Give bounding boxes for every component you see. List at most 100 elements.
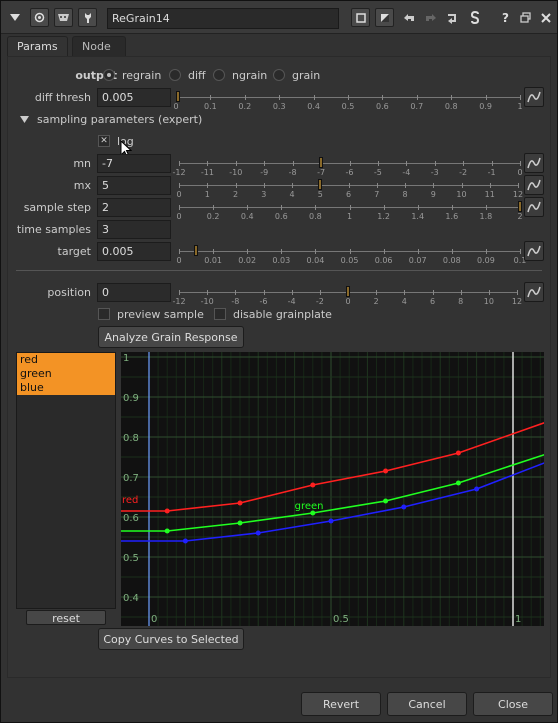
mn-slider[interactable]: -12 -11 -10 -9 -8 -7 -6 -5 -4 -3 -2 -1 0 <box>172 157 523 184</box>
tab-params[interactable]: Params <box>7 36 68 56</box>
output-regrain-radio[interactable] <box>103 69 115 81</box>
green-curve-point <box>383 498 389 504</box>
close-button[interactable]: Close <box>473 692 553 716</box>
grain-icon[interactable] <box>54 8 73 27</box>
slider-tick <box>207 161 209 166</box>
mn-input[interactable]: -7 <box>97 154 171 173</box>
slider-thumb[interactable] <box>194 245 199 256</box>
slider-tick <box>376 290 378 295</box>
y-axis-tick-label: 0.8 <box>123 433 139 444</box>
diff-thresh-input[interactable]: 0.005 <box>97 88 171 107</box>
wrench-icon[interactable] <box>78 8 97 27</box>
position-slider[interactable]: -12 -10 -8 -6 -4 -2 0 2 4 6 8 10 12 <box>172 286 522 313</box>
slider-thumb[interactable] <box>319 157 324 168</box>
slider-tick-label: 1.8 <box>479 212 493 221</box>
revert-icon[interactable] <box>443 8 462 27</box>
target-curve-icon[interactable] <box>524 241 544 261</box>
curve-editor[interactable]: 1 0.9 0.8 0.7 0.6 0.5 0.4 0 0.5 1 red green <box>112 336 558 638</box>
slider-tick <box>264 161 266 166</box>
channel-item-red[interactable]: red <box>17 353 115 367</box>
x-axis-tick-label: 1 <box>515 614 521 625</box>
copy-curves-to-selected-button[interactable]: Copy Curves to Selected <box>98 628 244 650</box>
output-diff-label: diff <box>188 69 206 82</box>
cancel-button[interactable]: Cancel <box>387 692 467 716</box>
target-slider[interactable]: 0 0.01 0.02 0.03 0.04 0.05 0.06 0.07 0.08 0.09 0.1 <box>176 245 526 272</box>
collapse-triangle-icon[interactable] <box>5 8 24 27</box>
channel-item-blue[interactable]: blue <box>17 381 115 395</box>
sample-step-input[interactable]: 2 <box>97 198 171 217</box>
sampling-section-title[interactable]: sampling parameters (expert) <box>37 113 202 126</box>
slider-tick-label: 0 <box>173 102 179 111</box>
slider-tick-label: 0.01 <box>204 256 222 265</box>
slider-tick <box>451 249 453 254</box>
green-curve-point <box>455 480 461 486</box>
output-diff-radio[interactable] <box>169 69 181 81</box>
red-curve <box>112 418 558 512</box>
sample-step-slider[interactable]: 0 0.2 0.4 0.6 0.8 1 1.2 1.4 1.6 1.8 2 <box>176 201 523 228</box>
preview-sample-checkbox[interactable] <box>98 308 110 320</box>
disable-grainplate-checkbox[interactable] <box>214 308 226 320</box>
slider-tick-label: -6 <box>259 297 268 306</box>
x-axis-tick-label: 0 <box>151 614 157 625</box>
output-ngrain-radio[interactable] <box>213 69 225 81</box>
slider-tick-label: 11 <box>484 190 495 199</box>
float-icon[interactable] <box>516 8 535 27</box>
slider-tick-label: -12 <box>172 297 186 306</box>
curve-editor-canvas[interactable]: 1 0.9 0.8 0.7 0.6 0.5 0.4 0 0.5 1 red green <box>112 336 558 638</box>
help-icon[interactable]: ? <box>496 8 515 27</box>
mx-slider[interactable]: 0 1 2 3 4 5 6 7 8 9 10 11 12 <box>176 179 523 206</box>
undo-icon[interactable] <box>399 8 418 27</box>
mx-input[interactable]: 5 <box>97 176 171 195</box>
slider-tick <box>451 205 453 210</box>
slider-tick-label: 0.07 <box>408 256 427 265</box>
close-icon[interactable] <box>536 8 555 27</box>
square-icon[interactable] <box>351 8 370 27</box>
script-icon[interactable] <box>465 8 484 27</box>
slider-tick-label: 0.1 <box>204 102 217 111</box>
time-samples-input[interactable]: 3 <box>97 220 171 239</box>
target-input[interactable]: 0.005 <box>97 242 171 261</box>
slider-tick-label: 10 <box>456 190 467 199</box>
node-icon[interactable] <box>30 8 49 27</box>
redo-icon[interactable] <box>421 8 440 27</box>
slider-tick <box>179 249 180 254</box>
slider-tick <box>451 95 453 100</box>
slider-tick-label: 5 <box>317 190 323 199</box>
slider-thumb[interactable] <box>175 91 180 102</box>
diff-thresh-curve-icon[interactable] <box>524 87 544 107</box>
sampling-collapse-icon[interactable] <box>20 114 29 127</box>
slider-tick <box>313 95 315 100</box>
slider-tick-label: -8 <box>288 168 297 177</box>
diagonal-square-icon[interactable] <box>375 8 394 27</box>
y-axis-tick-label: 0.9 <box>123 393 139 404</box>
slider-tick-label: -9 <box>260 168 269 177</box>
slider-tick <box>383 205 385 210</box>
sample-step-curve-icon[interactable] <box>524 197 544 217</box>
slider-tick <box>207 290 209 295</box>
slider-tick <box>520 95 521 100</box>
node-name-field[interactable]: ReGrain14 <box>107 8 339 29</box>
position-input[interactable]: 0 <box>97 283 171 302</box>
tab-node[interactable]: Node <box>72 36 126 56</box>
reset-button[interactable]: reset <box>26 610 106 625</box>
slider-tick <box>179 290 180 295</box>
position-curve-icon[interactable] <box>524 282 544 302</box>
slider-thumb[interactable] <box>346 286 350 297</box>
slider-thumb[interactable] <box>518 201 522 212</box>
slider-tick-label: 0 <box>176 256 182 265</box>
y-axis-tick-label: 0.7 <box>123 473 139 484</box>
channel-item-green[interactable]: green <box>17 367 115 381</box>
slider-thumb[interactable] <box>318 179 323 190</box>
output-grain-radio[interactable] <box>273 69 285 81</box>
slider-tick-label: 1 <box>346 212 353 221</box>
analyze-grain-response-button[interactable]: Analyze Grain Response <box>98 326 244 348</box>
slider-tick-label: 9 <box>430 190 436 199</box>
mn-curve-icon[interactable] <box>524 153 544 173</box>
mx-curve-icon[interactable] <box>524 175 544 195</box>
diff-thresh-slider[interactable]: 0 0.1 0.2 0.3 0.4 0.5 0.6 0.7 0.8 0.9 1 <box>173 91 523 118</box>
mx-label: mx <box>73 179 91 192</box>
revert-button[interactable]: Revert <box>301 692 381 716</box>
help-label: ? <box>502 10 509 25</box>
log-checkbox[interactable]: ✕ <box>98 135 110 147</box>
slider-tick <box>244 95 246 100</box>
